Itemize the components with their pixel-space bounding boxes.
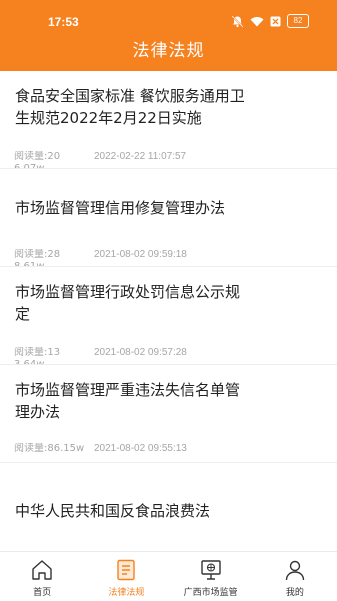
article-title: 市场监督管理信用修复管理办法 <box>15 199 226 217</box>
mute-bell-icon <box>231 14 244 28</box>
article-date: 2022-02-22 11:07:57 <box>94 151 187 162</box>
article-date: 2021-08-02 09:55:13 <box>94 443 187 454</box>
status-time: 17:53 <box>48 15 79 29</box>
tab-label: 首页 <box>33 588 52 598</box>
tab-laws[interactable]: 法律法规 <box>84 552 168 601</box>
article-list: 食品安全国家标准 餐饮服务通用卫生规范2022年2月22日实施 阅读量:206.… <box>0 71 337 555</box>
close-box-icon <box>270 16 281 27</box>
battery-indicator: 82 <box>287 14 309 28</box>
app-header: 17:53 82 法律法规 <box>0 0 337 71</box>
tab-label: 广西市场监管 <box>183 588 238 598</box>
article-read-count: 阅读量:86.15w <box>14 443 85 454</box>
tab-label: 我的 <box>285 588 304 598</box>
status-icons: 82 <box>231 14 309 28</box>
monitor-globe-icon <box>200 560 221 580</box>
list-item[interactable]: 市场监督管理信用修复管理办法 阅读量:288.61w 2021-08-02 09… <box>0 169 337 267</box>
article-title: 市场监督管理严重违法失信名单管理办法 <box>15 381 241 421</box>
tab-home[interactable]: 首页 <box>0 552 84 601</box>
home-icon <box>32 560 52 580</box>
article-title: 中华人民共和国反食品浪费法 <box>15 502 211 520</box>
user-icon <box>285 560 305 581</box>
list-item[interactable]: 食品安全国家标准 餐饮服务通用卫生规范2022年2月22日实施 阅读量:206.… <box>0 71 337 169</box>
article-title: 食品安全国家标准 餐饮服务通用卫生规范2022年2月22日实施 <box>15 87 245 127</box>
article-read-count: 阅读量:288.61w <box>14 249 61 266</box>
article-read-count: 阅读量:133.64w <box>14 347 61 364</box>
document-icon <box>117 559 136 581</box>
list-item[interactable]: 中华人民共和国反食品浪费法 <box>0 463 337 555</box>
article-date: 2021-08-02 09:59:18 <box>94 249 187 260</box>
tab-guangxi-market[interactable]: 广西市场监管 <box>169 552 253 601</box>
article-title: 市场监督管理行政处罚信息公示规定 <box>15 283 241 323</box>
list-item[interactable]: 市场监督管理严重违法失信名单管理办法 阅读量:86.15w 2021-08-02… <box>0 365 337 463</box>
tab-label: 法律法规 <box>108 588 145 598</box>
wifi-icon <box>250 16 264 27</box>
tab-mine[interactable]: 我的 <box>253 552 337 601</box>
bottom-tab-bar: 首页 法律法规 广西市场监管 我的 <box>0 551 337 601</box>
article-date: 2021-08-02 09:57:28 <box>94 347 187 358</box>
page-title: 法律法规 <box>132 41 205 61</box>
article-read-count: 阅读量:206.07w <box>14 151 61 168</box>
list-item[interactable]: 市场监督管理行政处罚信息公示规定 阅读量:133.64w 2021-08-02 … <box>0 267 337 365</box>
